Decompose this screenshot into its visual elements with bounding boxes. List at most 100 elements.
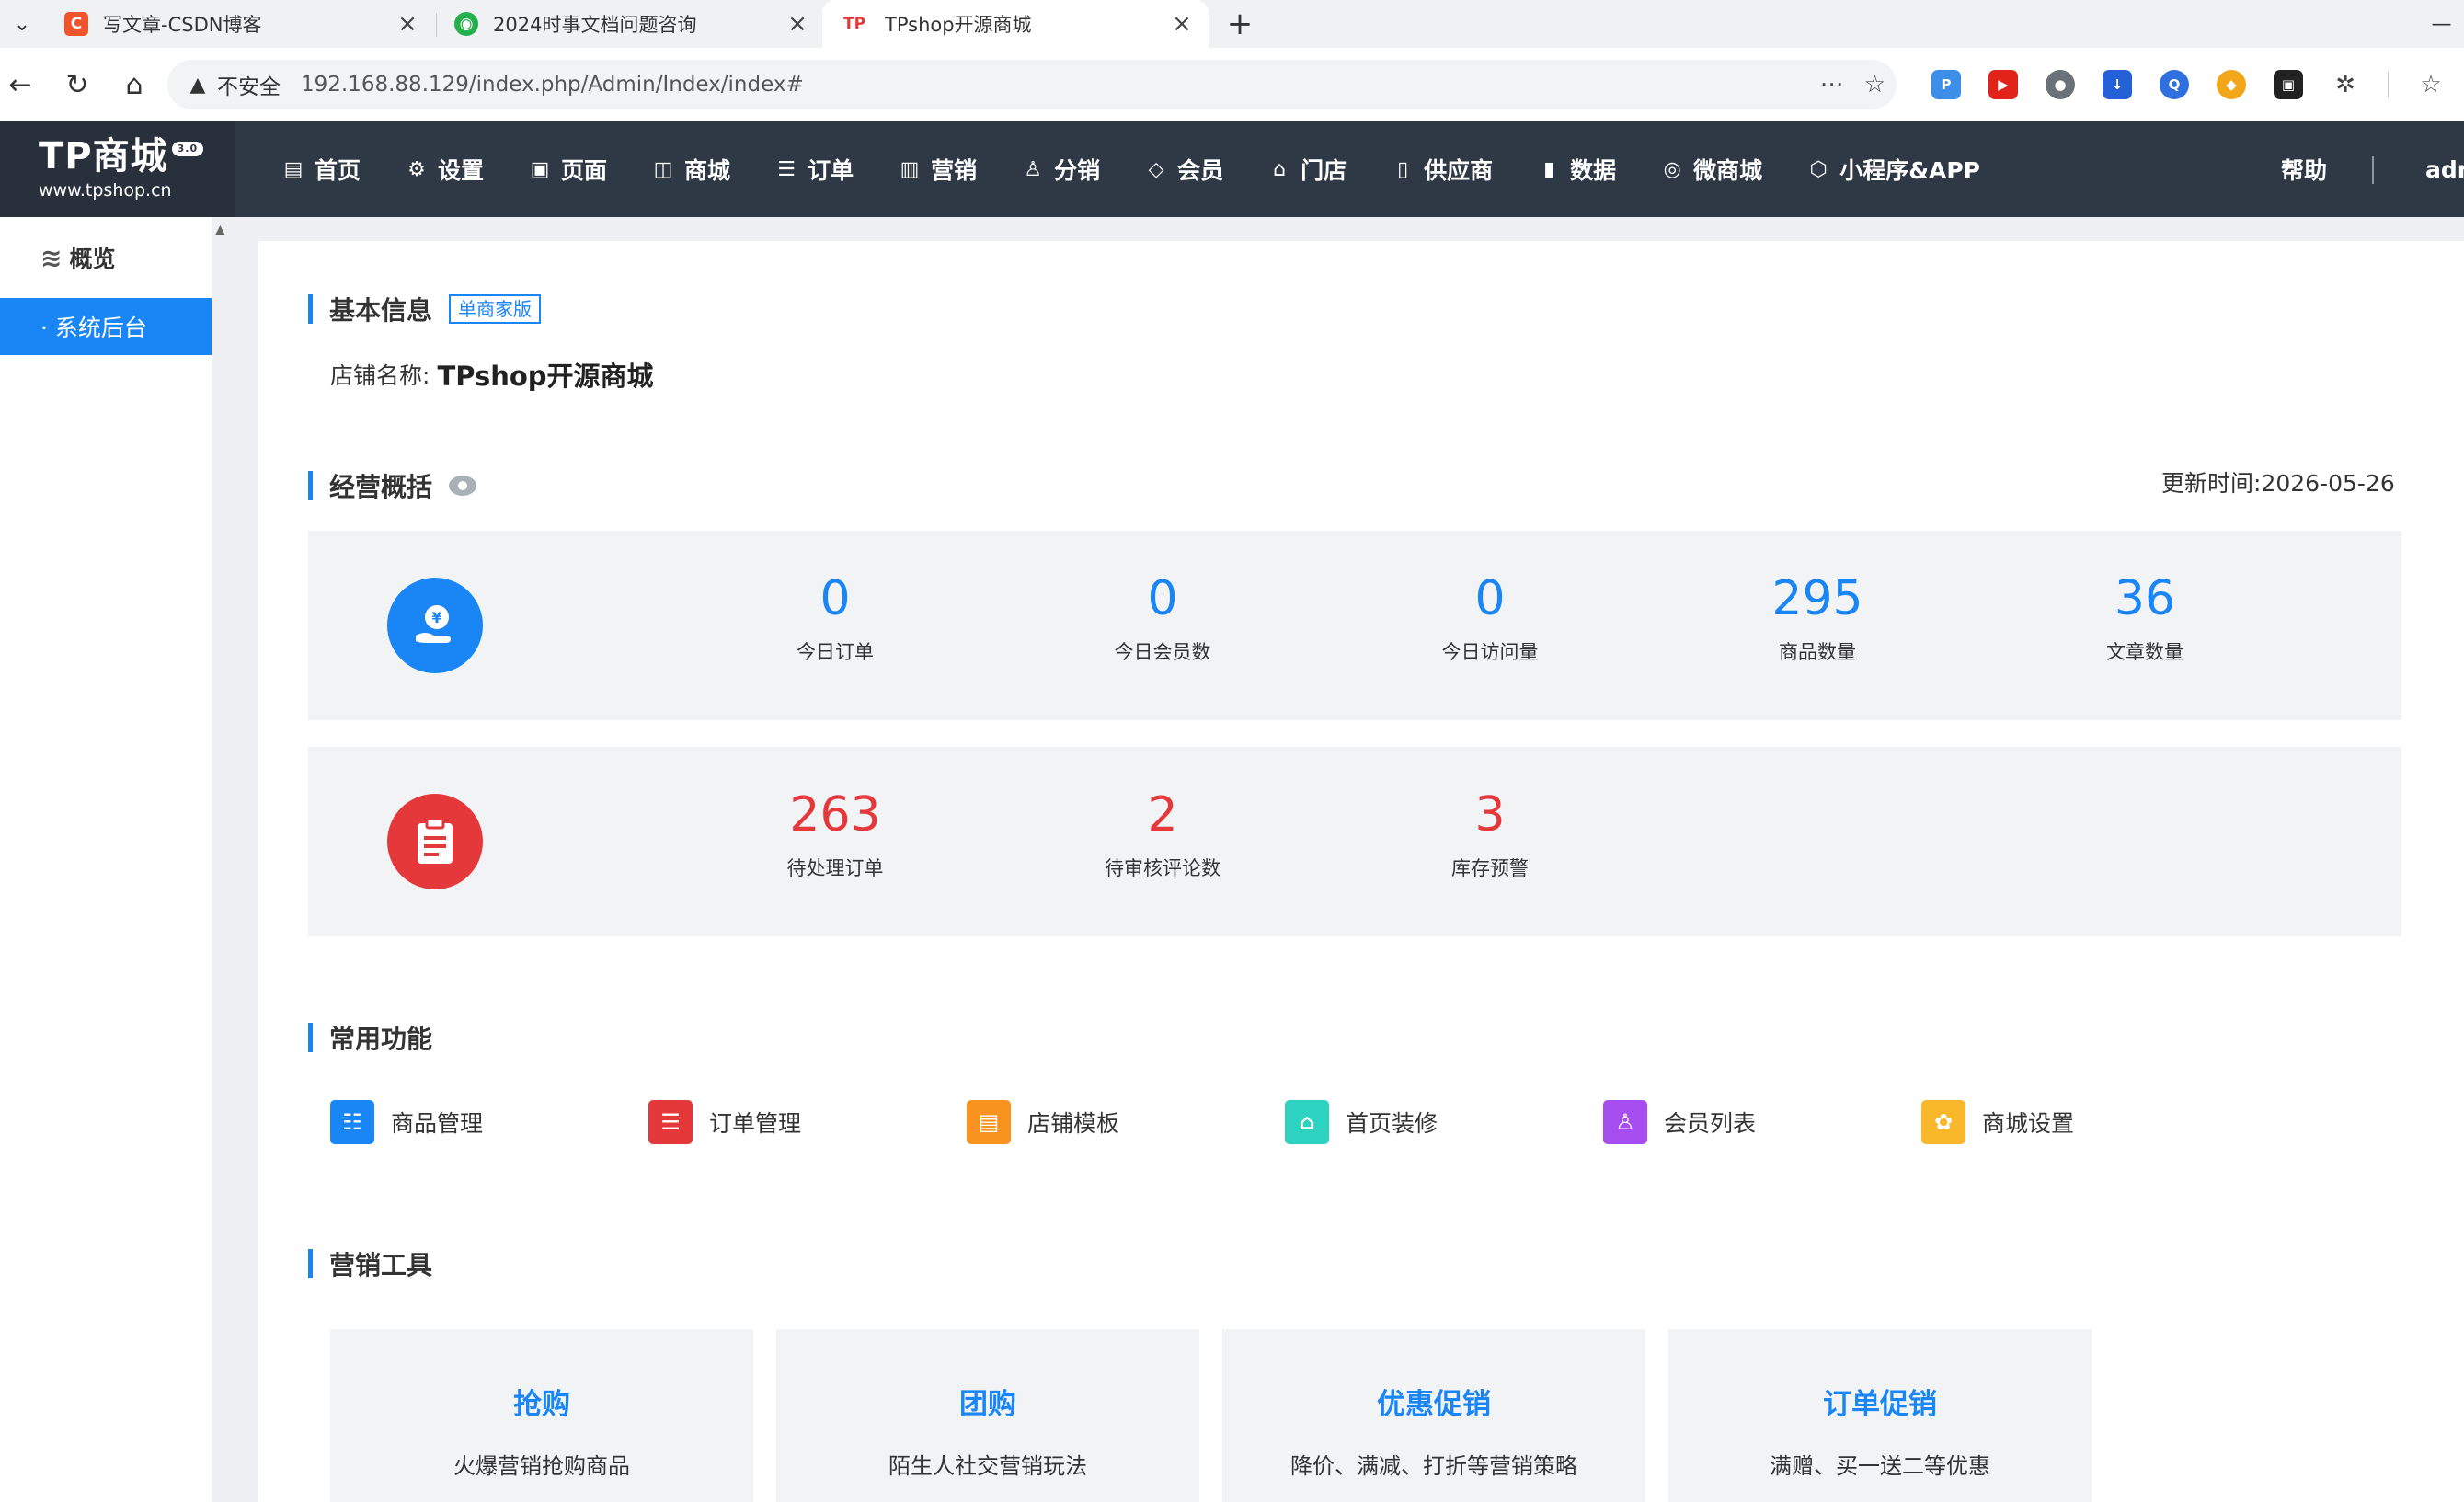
- dashboard-icon: ▤: [283, 157, 304, 181]
- stat-today-members[interactable]: 0 今日会员数: [1043, 571, 1282, 665]
- promo-card-order-promo[interactable]: 订单促销 满赠、买一送二等优惠: [1668, 1329, 2092, 1502]
- video-extension-icon[interactable]: ▶: [1988, 70, 2018, 99]
- stat-value: 0: [1147, 571, 1178, 626]
- page-icon: ▣: [530, 157, 550, 181]
- extensions-puzzle-icon[interactable]: ✲: [2331, 70, 2360, 99]
- sidebar-group-label: 概览: [69, 246, 116, 272]
- updated-time: 更新时间:2026-05-26: [2161, 465, 2395, 499]
- quick-product-management[interactable]: ☷ 商品管理: [330, 1100, 483, 1144]
- nav-distribution[interactable]: ♙ 分销: [1019, 153, 1100, 186]
- logo[interactable]: TP商城 3.0 www.tpshop.cn: [0, 121, 235, 217]
- stat-pending-reviews[interactable]: 2 待审核评论数: [1043, 787, 1282, 881]
- search-extension-icon[interactable]: Q: [2160, 70, 2189, 99]
- quick-label: 商品管理: [391, 1110, 484, 1137]
- close-tab-icon[interactable]: ×: [394, 10, 421, 38]
- logo-url: www.tpshop.cn: [39, 180, 172, 201]
- reader-mode-icon[interactable]: ⋯: [1820, 71, 1844, 98]
- browser-tab-bar: ⌄ C 写文章-CSDN博客 × ◉ 2024时事文档问题咨询 × TP TPs…: [0, 0, 2464, 48]
- bar-chart-icon: ▥: [900, 157, 920, 181]
- nav-label: 微商城: [1693, 157, 1763, 184]
- cube-icon: ⬡: [1809, 157, 1828, 181]
- shield-extension-icon[interactable]: ●: [2046, 70, 2075, 99]
- promo-card-group-buy[interactable]: 团购 陌生人社交营销玩法: [776, 1329, 1199, 1502]
- stat-pending-orders[interactable]: 263 待处理订单: [716, 787, 955, 881]
- nav-miniapp[interactable]: ⬡ 小程序&APP: [1805, 153, 1980, 186]
- scroll-up-arrow-icon[interactable]: ▲: [215, 223, 225, 237]
- nav-pages[interactable]: ▣ 页面: [526, 153, 607, 186]
- user-icon: ♙: [1603, 1100, 1647, 1144]
- tab-search-chevron-icon[interactable]: ⌄: [0, 0, 44, 48]
- window-minimize-icon[interactable]: —: [2419, 0, 2464, 48]
- sidebar-item-system[interactable]: · 系统后台: [0, 298, 212, 355]
- browser-tab-docs[interactable]: ◉ 2024时事文档问题咨询 ×: [438, 0, 824, 48]
- address-bar[interactable]: ▲ 不安全 192.168.88.129/index.php/Admin/Ind…: [167, 60, 1897, 109]
- browser-tab-csdn[interactable]: C 写文章-CSDN博客 ×: [48, 0, 434, 48]
- wechat-icon: ◎: [1663, 157, 1681, 181]
- quick-label: 订单管理: [709, 1110, 802, 1137]
- csdn-favicon-icon: C: [64, 12, 88, 36]
- home-icon[interactable]: ⌂: [114, 64, 155, 105]
- translate-extension-icon[interactable]: P: [1931, 70, 1961, 99]
- quick-home-decoration[interactable]: ⌂ 首页装修: [1285, 1100, 1438, 1144]
- cat-extension-icon[interactable]: ▣: [2274, 70, 2303, 99]
- stats-icon: ▮: [1543, 157, 1555, 181]
- quick-mall-settings[interactable]: ✿ 商城设置: [1921, 1100, 2074, 1144]
- sidebar-scrollbar[interactable]: [212, 217, 235, 1502]
- section-marker: [308, 471, 313, 500]
- nav-label: 数据: [1570, 157, 1617, 184]
- promo-card-flash-sale[interactable]: 抢购 火爆营销抢购商品: [330, 1329, 753, 1502]
- promo-title: 团购: [959, 1388, 1016, 1421]
- stat-value: 36: [2114, 571, 2176, 626]
- store-name-label: 店铺名称:: [330, 362, 430, 389]
- nav-mall[interactable]: ◫ 商城: [649, 153, 730, 186]
- clipboard-svg: [418, 817, 453, 864]
- promo-desc: 满赠、买一送二等优惠: [1770, 1453, 1990, 1479]
- bookmark-star-icon[interactable]: ☆: [1864, 71, 1885, 98]
- stat-value: 263: [789, 787, 881, 843]
- close-tab-icon[interactable]: ×: [784, 10, 811, 38]
- stat-today-visits[interactable]: 0 今日访问量: [1370, 571, 1610, 665]
- quick-order-management[interactable]: ☰ 订单管理: [648, 1100, 801, 1144]
- nav-stores[interactable]: ⌂ 门店: [1266, 153, 1347, 186]
- browser-tab-tpshop[interactable]: TP TPshop开源商城 ×: [822, 0, 1209, 48]
- diamond-icon: ◇: [1148, 157, 1164, 181]
- eye-icon[interactable]: [449, 476, 477, 496]
- nav-data[interactable]: ▮ 数据: [1535, 153, 1616, 186]
- favorites-icon[interactable]: ☆: [2416, 70, 2446, 99]
- nav-home[interactable]: ▤ 首页: [280, 153, 361, 186]
- close-tab-icon[interactable]: ×: [1168, 10, 1196, 38]
- reload-icon[interactable]: ↻: [57, 64, 97, 105]
- tab-title: 写文章-CSDN博客: [103, 14, 262, 36]
- stat-label: 文章数量: [2106, 641, 2183, 663]
- stat-today-orders[interactable]: 0 今日订单: [716, 571, 955, 665]
- stat-label: 今日会员数: [1114, 641, 1211, 663]
- wallet-extension-icon[interactable]: ◆: [2217, 70, 2246, 99]
- nav-label: 首页: [315, 157, 361, 184]
- quick-member-list[interactable]: ♙ 会员列表: [1603, 1100, 1756, 1144]
- stat-product-count[interactable]: 295 商品数量: [1698, 571, 1937, 665]
- stat-label: 今日订单: [797, 641, 874, 663]
- quick-label: 商城设置: [1982, 1110, 2075, 1137]
- stat-value: 2: [1147, 787, 1178, 843]
- nav-orders[interactable]: ☰ 订单: [773, 153, 854, 186]
- nav-marketing[interactable]: ▥ 营销: [896, 153, 977, 186]
- help-link[interactable]: 帮助: [2281, 121, 2327, 217]
- promo-desc: 降价、满减、打折等营销策略: [1290, 1453, 1577, 1479]
- nav-settings[interactable]: ⚙ 设置: [403, 153, 484, 186]
- quick-store-template[interactable]: ▤ 店铺模板: [967, 1100, 1119, 1144]
- stat-article-count[interactable]: 36 文章数量: [2025, 571, 2264, 665]
- user-menu[interactable]: admin: [2425, 121, 2464, 217]
- nav-members[interactable]: ◇ 会员: [1142, 153, 1223, 186]
- sidebar-group-overview[interactable]: ≋ 概览: [40, 241, 115, 274]
- back-arrow-icon[interactable]: ←: [0, 64, 40, 105]
- marketing-tools-title: 营销工具: [308, 1245, 432, 1282]
- downloader-extension-icon[interactable]: ↓: [2103, 70, 2132, 99]
- stat-stock-warning[interactable]: 3 库存预警: [1370, 787, 1610, 881]
- url-text[interactable]: 192.168.88.129/index.php/Admin/Index/ind…: [301, 73, 804, 97]
- promo-card-discount[interactable]: 优惠促销 降价、满减、打折等营销策略: [1222, 1329, 1645, 1502]
- stat-label: 今日访问量: [1441, 641, 1539, 663]
- new-tab-plus-icon[interactable]: +: [1221, 0, 1258, 48]
- nav-suppliers[interactable]: ▯ 供应商: [1389, 153, 1493, 186]
- not-secure-label[interactable]: 不安全: [217, 69, 281, 100]
- nav-micro-mall[interactable]: ◎ 微商城: [1658, 153, 1763, 186]
